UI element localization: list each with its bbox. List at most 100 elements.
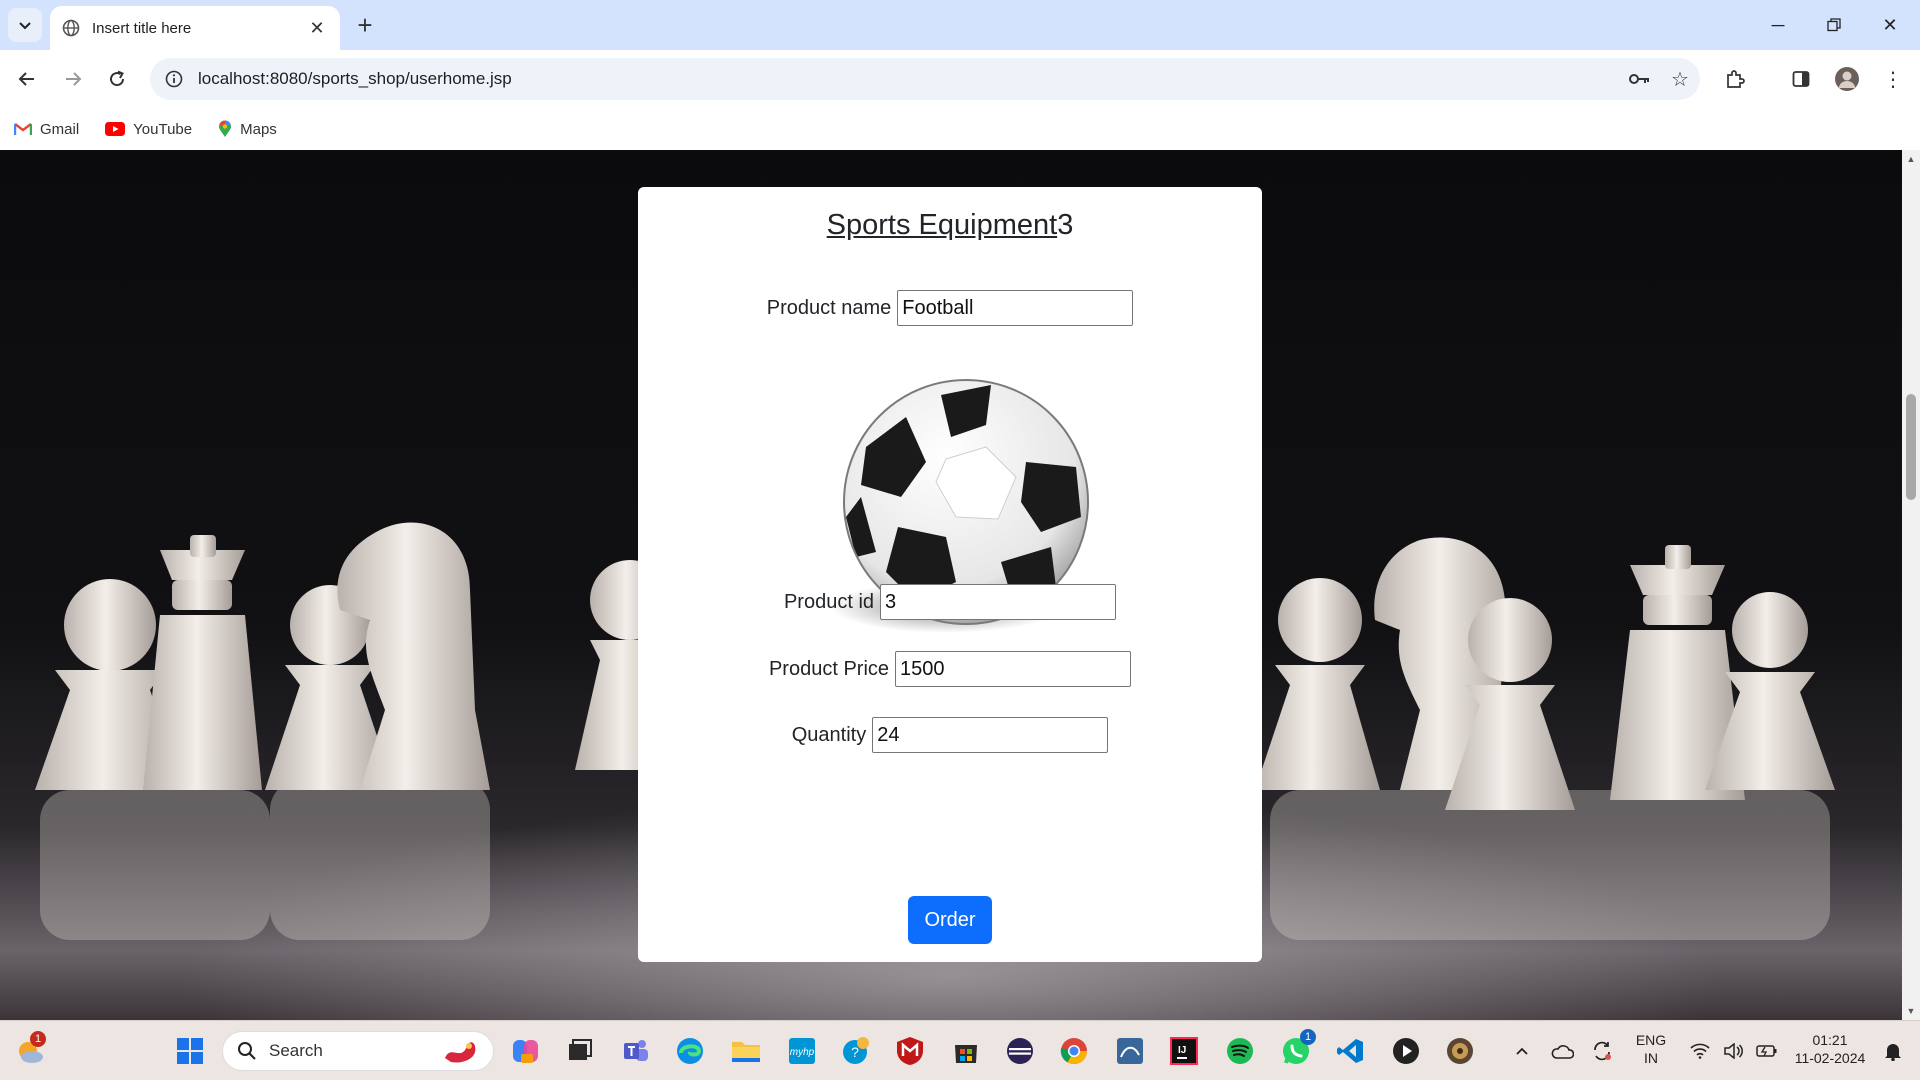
key-icon[interactable]	[1620, 59, 1660, 99]
dragon-icon	[445, 1042, 476, 1063]
taskbar-app-myhp[interactable]: myhp	[782, 1031, 822, 1071]
onedrive-tray[interactable]	[1544, 1031, 1580, 1071]
bookmark-label: Gmail	[40, 120, 80, 138]
profile-avatar[interactable]	[1830, 62, 1864, 96]
bell-icon	[1885, 1044, 1901, 1061]
taskbar-app-task-view[interactable]	[560, 1031, 600, 1071]
play-icon	[1393, 1038, 1419, 1064]
globe-icon	[62, 19, 80, 37]
clock[interactable]: 01:21 11-02-2024	[1786, 1031, 1874, 1067]
svg-text:myhp: myhp	[790, 1047, 815, 1058]
minimize-button[interactable]: ─	[1750, 0, 1806, 50]
page-title-text: Sports Equipment	[826, 209, 1058, 241]
quantity-input[interactable]	[872, 717, 1109, 753]
taskbar-app-intellij[interactable]: IJ	[1164, 1031, 1204, 1071]
scroll-down-icon[interactable]: ▼	[1906, 1006, 1916, 1016]
taskbar-app-game[interactable]	[1440, 1031, 1480, 1071]
bookmark-maps[interactable]: Maps	[218, 120, 277, 138]
product-card: Sports Equipment3 Product name Football …	[638, 187, 1262, 962]
page-title: Sports Equipment3	[638, 209, 1262, 242]
scrollbar-thumb[interactable]	[1906, 394, 1916, 500]
product-name-input[interactable]	[897, 290, 1134, 326]
mcafee-shield-icon	[897, 1037, 923, 1065]
arrow-left-icon	[18, 72, 34, 86]
restore-icon	[1827, 18, 1841, 32]
taskbar-app-teams[interactable]	[616, 1031, 656, 1071]
mysql-workbench-icon	[1117, 1038, 1143, 1064]
order-button[interactable]: Order	[908, 896, 992, 944]
edge-icon	[677, 1038, 703, 1064]
product-id-label: Product id	[783, 590, 875, 613]
taskbar-app-chrome[interactable]	[1054, 1031, 1094, 1071]
product-price-input[interactable]	[895, 651, 1132, 687]
taskbar-app-edge[interactable]	[670, 1031, 710, 1071]
chevron-up-icon	[1516, 1047, 1528, 1055]
taskbar-search[interactable]: Search	[222, 1031, 494, 1071]
close-window-button[interactable]: ✕	[1862, 0, 1918, 50]
sync-tray[interactable]	[1584, 1031, 1620, 1071]
chevron-down-icon	[19, 22, 31, 30]
forward-button[interactable]	[56, 62, 90, 96]
browser-tab-bar: Insert title here ✕ + ─ ✕	[0, 0, 1920, 50]
quantity-label: Quantity	[791, 723, 867, 746]
weather-widget[interactable]: 1	[10, 1031, 50, 1071]
taskbar-app-hp-support[interactable]: ?	[836, 1031, 876, 1071]
close-tab-icon[interactable]: ✕	[306, 17, 328, 39]
notifications-button[interactable]	[1876, 1031, 1910, 1071]
taskbar-app-vscode[interactable]	[1330, 1031, 1370, 1071]
gmail-icon	[14, 123, 32, 135]
bookmark-label: YouTube	[133, 120, 193, 138]
url-text[interactable]: localhost:8080/sports_shop/userhome.jsp	[198, 69, 1620, 89]
maps-icon	[219, 120, 232, 137]
bookmark-star-icon[interactable]: ☆	[1660, 59, 1700, 99]
reload-button[interactable]	[100, 62, 134, 96]
taskbar-app-whatsapp[interactable]: 1	[1276, 1029, 1316, 1071]
page-scrollbar[interactable]: ▲ ▼	[1902, 150, 1920, 1020]
new-tab-button[interactable]: +	[350, 10, 380, 40]
help-icon: ?	[843, 1037, 869, 1064]
show-hidden-icons[interactable]	[1504, 1031, 1540, 1071]
address-bar[interactable]: localhost:8080/sports_shop/userhome.jsp …	[150, 58, 1700, 100]
copilot-icon	[513, 1040, 538, 1063]
language-indicator[interactable]: ENG IN	[1626, 1031, 1676, 1067]
extensions-icon[interactable]	[1718, 62, 1752, 96]
site-info-icon[interactable]	[154, 59, 194, 99]
start-button[interactable]	[170, 1031, 210, 1071]
side-panel-icon[interactable]	[1784, 62, 1818, 96]
product-id-input[interactable]	[880, 584, 1117, 620]
restore-button[interactable]	[1806, 0, 1862, 50]
arrow-right-icon	[66, 72, 82, 86]
tab-search-button[interactable]	[8, 8, 42, 42]
taskbar-app-file-explorer[interactable]	[726, 1031, 766, 1071]
back-button[interactable]	[10, 62, 44, 96]
sync-icon	[1594, 1041, 1611, 1061]
taskbar-app-copilot[interactable]	[506, 1031, 546, 1071]
search-icon	[238, 1042, 256, 1060]
page-title-number: 3	[1057, 209, 1074, 241]
bookmark-youtube[interactable]: YouTube	[105, 121, 192, 138]
scroll-up-icon[interactable]: ▲	[1906, 154, 1916, 164]
product-id-row: Product id	[638, 584, 1262, 620]
taskbar-app-store[interactable]	[946, 1031, 986, 1071]
taskbar-app-eclipse[interactable]	[1000, 1031, 1040, 1071]
taskbar-app-mysql-workbench[interactable]	[1110, 1031, 1150, 1071]
search-placeholder: Search	[269, 1041, 323, 1060]
taskbar-app-mcafee[interactable]	[890, 1031, 930, 1071]
teams-icon	[624, 1040, 648, 1061]
taskbar-app-spotify[interactable]	[1220, 1031, 1260, 1071]
battery-icon	[1755, 1045, 1777, 1057]
whatsapp-badge: 1	[1300, 1029, 1316, 1045]
quick-settings[interactable]	[1684, 1031, 1784, 1071]
menu-kebab-icon[interactable]: ⋮	[1876, 62, 1910, 96]
windows-taskbar: 1 Search myhp ? IJ 1 ENG IN 01:21 11-02-…	[0, 1020, 1920, 1080]
bookmark-gmail[interactable]: Gmail	[14, 121, 79, 138]
taskbar-app-media-player[interactable]	[1386, 1031, 1426, 1071]
tab-title: Insert title here	[92, 19, 192, 37]
game-icon	[1447, 1038, 1473, 1064]
eclipse-icon	[1007, 1038, 1033, 1064]
product-name-label: Product name	[766, 296, 892, 319]
svg-text:IJ: IJ	[1178, 1045, 1186, 1056]
cloud-icon	[1551, 1045, 1574, 1059]
browser-tab[interactable]: Insert title here ✕	[50, 6, 340, 50]
youtube-icon	[105, 122, 126, 136]
